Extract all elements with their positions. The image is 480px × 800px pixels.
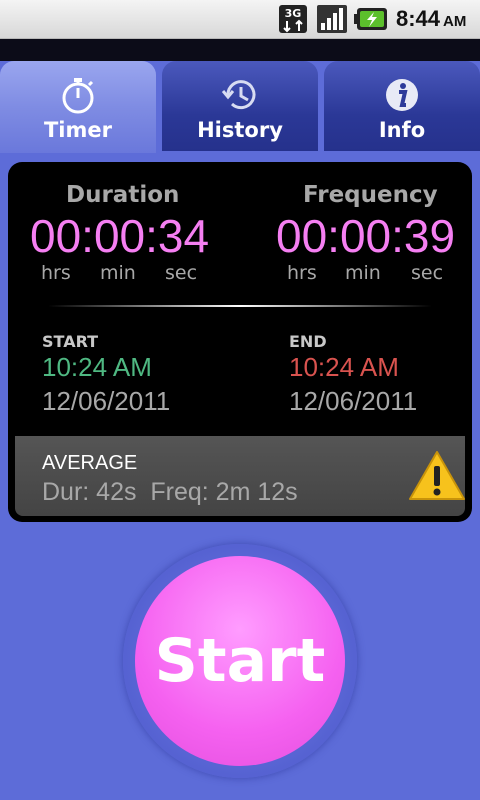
start-time: 10:24 AM bbox=[42, 352, 152, 382]
frequency-label: Frequency bbox=[303, 182, 438, 208]
duration-unit-min: min bbox=[100, 262, 136, 284]
frequency-value: 00:00:39 bbox=[276, 210, 456, 262]
average-values: Dur: 42s Freq: 2m 12s bbox=[42, 478, 298, 506]
tab-history-label: History bbox=[197, 118, 283, 142]
history-icon bbox=[221, 80, 256, 110]
network-type-text: 3G bbox=[285, 7, 302, 20]
tab-timer-label: Timer bbox=[43, 118, 112, 142]
average-label: AVERAGE bbox=[42, 452, 138, 474]
end-label: END bbox=[289, 332, 327, 351]
start-date: 12/06/2011 bbox=[42, 386, 171, 416]
tab-info[interactable]: Info bbox=[324, 61, 480, 151]
clock-ampm: AM bbox=[443, 13, 467, 30]
frequency-unit-sec: sec bbox=[411, 262, 444, 284]
tab-info-label: Info bbox=[378, 118, 426, 142]
3g-data-icon: 3G bbox=[279, 5, 307, 33]
warning-icon[interactable] bbox=[408, 450, 466, 502]
duration-value: 00:00:34 bbox=[30, 210, 210, 262]
status-clock: 8:44 AM bbox=[396, 6, 466, 32]
battery-charging-icon bbox=[354, 8, 387, 30]
start-button[interactable]: Start bbox=[135, 556, 345, 766]
end-time: 10:24 AM bbox=[289, 352, 399, 382]
start-label: START bbox=[42, 332, 99, 351]
duration-unit-sec: sec bbox=[165, 262, 198, 284]
title-bar-strip bbox=[0, 39, 480, 61]
timer-panel: Duration Frequency 00:00:34 00:00:39 hrs… bbox=[8, 162, 472, 522]
frequency-unit-hrs: hrs bbox=[287, 262, 317, 284]
status-bar: 3G 8:44 AM bbox=[0, 0, 480, 39]
divider bbox=[48, 305, 432, 307]
duration-label: Duration bbox=[66, 182, 180, 208]
average-bar: AVERAGE Dur: 42s Freq: 2m 12s bbox=[15, 436, 465, 516]
duration-unit-hrs: hrs bbox=[41, 262, 71, 284]
frequency-unit-min: min bbox=[345, 262, 381, 284]
tab-history[interactable]: History bbox=[162, 61, 318, 151]
stopwatch-icon bbox=[62, 78, 94, 114]
end-date: 12/06/2011 bbox=[289, 386, 418, 416]
clock-time: 8:44 bbox=[396, 6, 441, 31]
signal-strength-icon bbox=[317, 5, 347, 33]
info-icon bbox=[386, 79, 418, 111]
tab-timer[interactable]: Timer bbox=[0, 61, 156, 153]
